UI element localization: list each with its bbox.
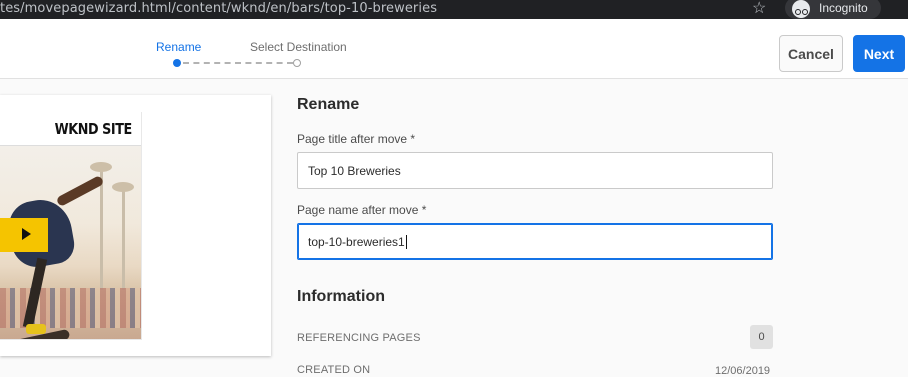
rename-section-title: Rename	[297, 96, 360, 113]
play-icon	[22, 228, 31, 240]
referencing-pages-count: 0	[750, 325, 773, 349]
created-on-label: CREATED ON	[297, 364, 371, 376]
page-name-input[interactable]: top-10-breweries1	[297, 223, 773, 260]
cancel-button[interactable]: Cancel	[779, 35, 843, 72]
information-section-title: Information	[297, 288, 385, 305]
url-text[interactable]: tes/movepagewizard.html/content/wknd/en/…	[0, 1, 437, 16]
site-logo: WKND SITE	[54, 120, 133, 138]
next-button[interactable]: Next	[853, 35, 905, 72]
skater-shoe	[26, 324, 46, 334]
thumbnail-header: WKND SITE	[0, 112, 141, 146]
incognito-label: Incognito	[819, 1, 868, 15]
crowd-background	[0, 288, 141, 328]
step-indicator-inactive	[293, 59, 301, 67]
browser-address-bar: tes/movepagewizard.html/content/wknd/en/…	[0, 0, 908, 19]
page-title-label: Page title after move *	[297, 132, 416, 146]
palm-tree	[90, 162, 112, 290]
page-name-value: top-10-breweries1	[308, 234, 405, 249]
text-caret	[405, 234, 407, 249]
skater-arm	[55, 174, 105, 208]
referencing-pages-label: REFERENCING PAGES	[297, 332, 421, 344]
step-rename: Rename	[156, 40, 202, 54]
page-title-value: Top 10 Breweries	[308, 163, 401, 178]
step-select-destination: Select Destination	[250, 40, 347, 54]
created-on-value: 12/06/2019	[715, 365, 771, 377]
incognito-icon	[792, 0, 810, 18]
step-progress-line	[183, 62, 293, 64]
palm-tree	[112, 182, 134, 290]
page-name-label: Page name after move *	[297, 203, 427, 217]
page-title-input[interactable]: Top 10 Breweries	[297, 152, 773, 189]
step-indicator-active	[173, 59, 181, 67]
star-icon[interactable]: ☆	[752, 0, 766, 19]
wizard-header: Rename Select Destination Cancel Next	[0, 19, 908, 79]
